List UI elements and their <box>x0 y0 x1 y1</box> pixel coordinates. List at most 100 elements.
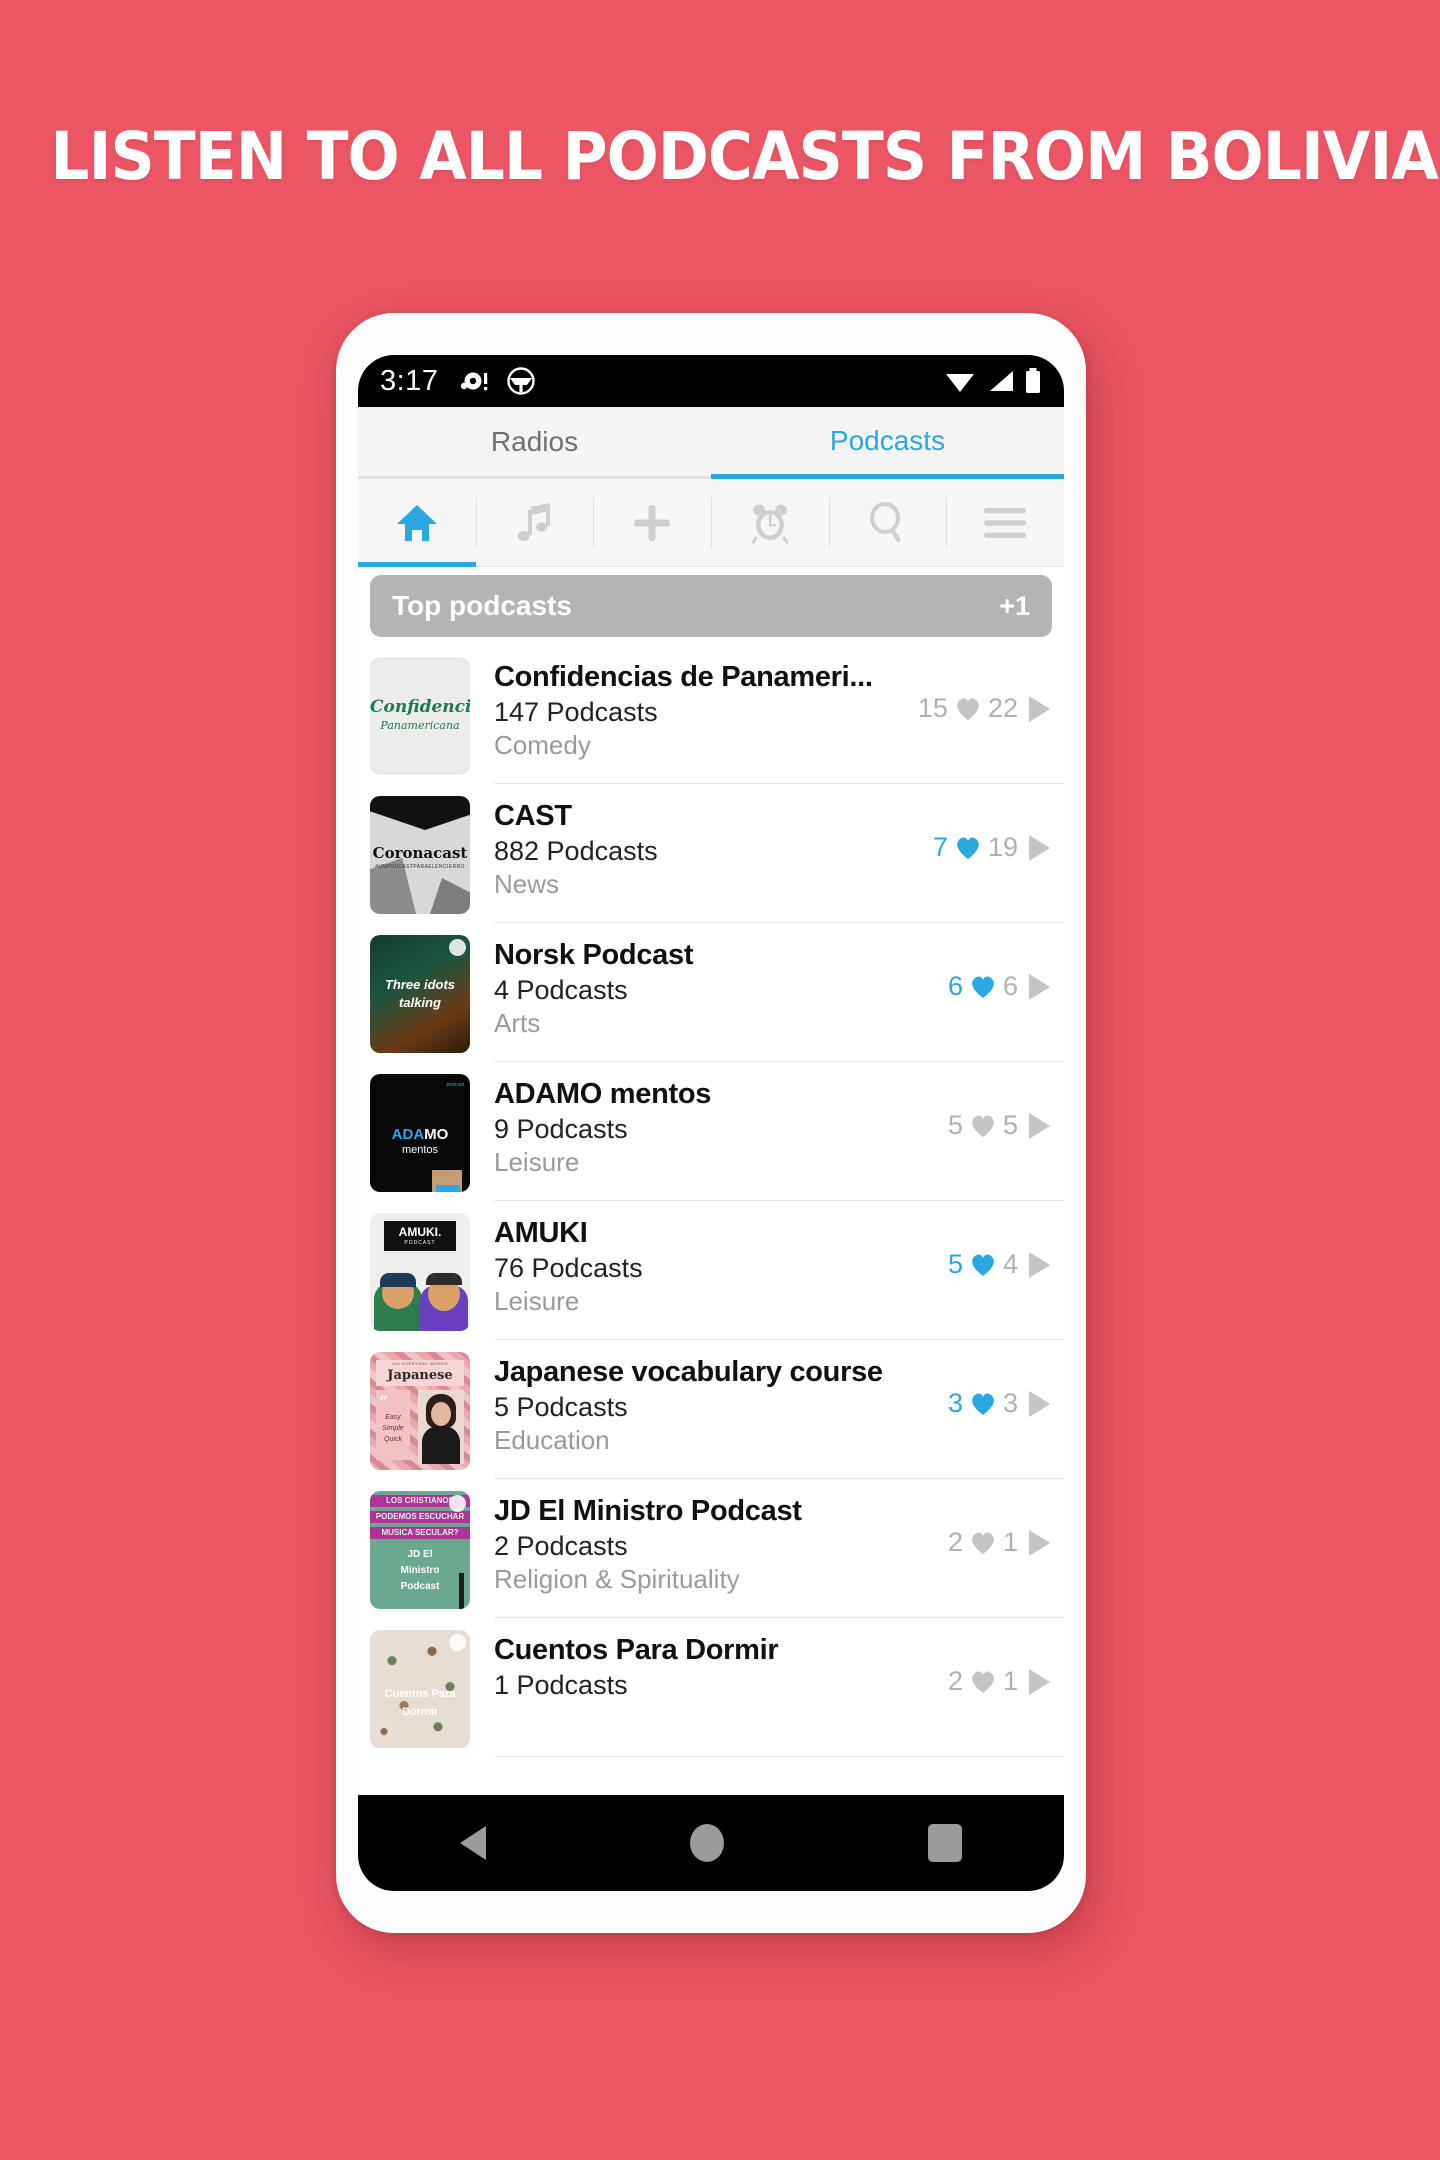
steering-wheel-icon <box>507 367 536 395</box>
podcast-stats: 2 1 <box>948 1666 1050 1697</box>
heart-icon[interactable] <box>969 1669 997 1695</box>
list-item-body: Japanese vocabulary course 5 Podcasts Ed… <box>494 1350 1064 1479</box>
play-icon[interactable] <box>1029 695 1050 722</box>
toolbar-add-button[interactable] <box>593 479 711 566</box>
podcast-stats: 6 6 <box>948 971 1050 1002</box>
podcast-thumbnail: Cuentos Para Dormir <box>370 1630 470 1748</box>
list-item[interactable]: AMUKI. PODCAST AMUKI 76 Podcasts Leisure… <box>358 1201 1064 1340</box>
tab-podcasts[interactable]: Podcasts <box>711 407 1064 479</box>
alarm-clock-icon <box>751 504 789 544</box>
podcast-category: Comedy <box>494 730 591 760</box>
explicit-badge-icon <box>449 939 466 956</box>
play-count: 22 <box>987 693 1018 723</box>
heart-icon[interactable] <box>969 1113 997 1139</box>
play-icon[interactable] <box>1029 1668 1050 1695</box>
phone-mockup: 3:17 Radios Podcasts Top podcasts +1 Con… <box>336 313 1086 1933</box>
play-icon[interactable] <box>1029 834 1050 861</box>
podcast-category: Religion & Spirituality <box>494 1564 740 1594</box>
play-count: 1 <box>1002 1666 1018 1696</box>
toolbar-search-button[interactable] <box>828 479 947 566</box>
status-left-icons <box>460 366 536 396</box>
heart-icon[interactable] <box>954 696 982 722</box>
podcast-thumbnail: Three idots talking <box>370 935 470 1053</box>
wifi-icon <box>946 374 974 392</box>
play-count: 19 <box>987 832 1018 862</box>
icon-toolbar[interactable] <box>358 479 1064 567</box>
list-item-body: Norsk Podcast 4 Podcasts Arts 6 6 <box>494 933 1064 1062</box>
status-time: 3:17 <box>380 364 439 397</box>
like-count: 2 <box>947 1666 963 1696</box>
heart-icon[interactable] <box>969 974 997 1000</box>
section-title: Top podcasts <box>392 590 572 621</box>
play-count: 5 <box>1002 1110 1018 1140</box>
toolbar-alarm-button[interactable] <box>711 479 829 566</box>
list-item[interactable]: LOS CRISTIANOS PODEMOS ESCUCHAR MUSICA S… <box>358 1479 1064 1618</box>
podcast-title: AMUKI <box>494 1217 588 1249</box>
tab-bar[interactable]: Radios Podcasts <box>358 407 1064 479</box>
android-nav-bar[interactable] <box>358 1795 1064 1891</box>
play-icon[interactable] <box>1029 1390 1050 1417</box>
podcast-thumbnail: podcast ADAMO mentos <box>370 1074 470 1192</box>
podcast-thumbnail: Coronacast #UNPODCASTPARAELENCIERRO <box>370 796 470 914</box>
music-note-icon <box>517 502 550 541</box>
like-count: 5 <box>947 1249 963 1279</box>
phone-screen: 3:17 Radios Podcasts Top podcasts +1 Con… <box>358 355 1064 1891</box>
recents-square-icon[interactable] <box>928 1824 962 1862</box>
home-circle-icon[interactable] <box>690 1824 724 1862</box>
section-extra-count: +1 <box>999 590 1030 621</box>
podcast-thumbnail: 100 EVERYDAY WORDS Japanese “ Easy Simple… <box>370 1352 470 1470</box>
home-icon <box>396 504 437 541</box>
status-bar: 3:17 <box>358 355 1064 407</box>
podcast-title: Cuentos Para Dormir <box>494 1634 779 1666</box>
play-count: 4 <box>1002 1249 1018 1279</box>
heart-icon[interactable] <box>969 1391 997 1417</box>
podcast-title: CAST <box>494 800 572 832</box>
podcast-category: News <box>494 869 560 899</box>
list-item[interactable]: Coronacast #UNPODCASTPARAELENCIERRO CAST… <box>358 784 1064 923</box>
list-item[interactable]: podcast ADAMO mentos ADAMO mentos 9 Podc… <box>358 1062 1064 1201</box>
heart-icon[interactable] <box>954 835 982 861</box>
podcast-thumbnail: AMUKI. PODCAST <box>370 1213 470 1331</box>
list-item[interactable]: 100 EVERYDAY WORDS Japanese “ Easy Simple… <box>358 1340 1064 1479</box>
like-count: 5 <box>947 1110 963 1140</box>
list-item-body: JD El Ministro Podcast 2 Podcasts Religi… <box>494 1489 1064 1618</box>
podcast-category: Leisure <box>494 1286 580 1316</box>
play-icon[interactable] <box>1029 1529 1050 1556</box>
alert-dot-icon <box>461 372 488 391</box>
explicit-badge-icon <box>449 1495 466 1512</box>
podcast-stats: 5 5 <box>948 1110 1050 1141</box>
like-count: 2 <box>947 1527 963 1557</box>
play-count: 1 <box>1002 1527 1018 1557</box>
list-item[interactable]: Three idots talking Norsk Podcast 4 Podc… <box>358 923 1064 1062</box>
back-triangle-icon[interactable] <box>460 1826 486 1860</box>
podcast-category: Education <box>494 1425 610 1455</box>
signal-icon <box>990 371 1013 391</box>
page-title: LISTEN TO ALL PODCASTS FROM BOLIVIA <box>50 118 1438 195</box>
section-header-top-podcasts[interactable]: Top podcasts +1 <box>370 575 1052 637</box>
play-icon[interactable] <box>1029 1251 1050 1278</box>
podcast-stats: 3 3 <box>948 1388 1050 1419</box>
podcast-list[interactable]: Confidencias Panamericana Confidencias d… <box>358 645 1064 1795</box>
podcast-title: JD El Ministro Podcast <box>494 1495 802 1527</box>
podcast-title: ADAMO mentos <box>494 1078 712 1110</box>
podcast-category: Leisure <box>494 1147 580 1177</box>
podcast-thumbnail: Confidencias Panamericana <box>370 657 470 775</box>
plus-icon <box>634 504 671 541</box>
tab-radios[interactable]: Radios <box>358 407 711 479</box>
list-item[interactable]: Cuentos Para Dormir Cuentos Para Dormir … <box>358 1618 1064 1757</box>
podcast-stats: 15 22 <box>918 693 1050 724</box>
like-count: 7 <box>932 832 948 862</box>
play-icon[interactable] <box>1029 1112 1050 1139</box>
podcast-title: Confidencias de Panameri... <box>494 661 873 693</box>
podcast-stats: 5 4 <box>948 1249 1050 1280</box>
heart-icon[interactable] <box>969 1530 997 1556</box>
toolbar-home-button[interactable] <box>358 479 476 567</box>
list-item[interactable]: Confidencias Panamericana Confidencias d… <box>358 645 1064 784</box>
toolbar-menu-button[interactable] <box>946 479 1064 566</box>
like-count: 3 <box>947 1388 963 1418</box>
battery-icon <box>1026 368 1040 393</box>
heart-icon[interactable] <box>969 1252 997 1278</box>
play-icon[interactable] <box>1029 973 1050 1000</box>
toolbar-music-button[interactable] <box>475 479 594 566</box>
play-count: 3 <box>1002 1388 1018 1418</box>
